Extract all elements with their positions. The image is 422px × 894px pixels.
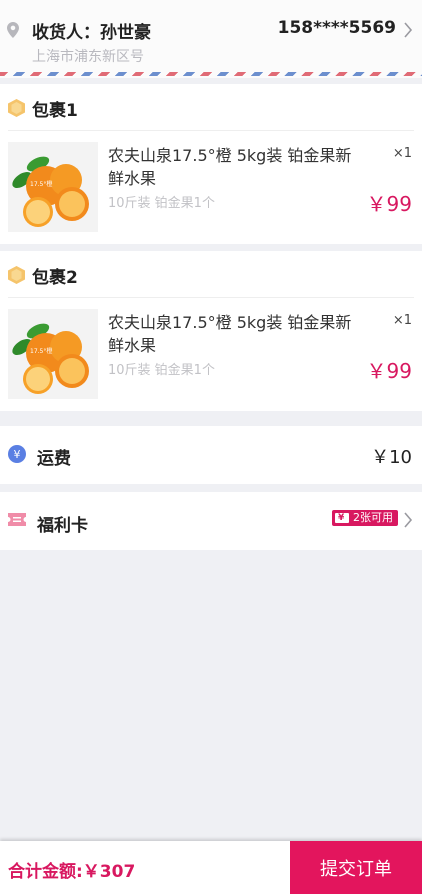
product-quantity: ×1 (392, 313, 412, 328)
product-name[interactable]: 农夫山泉17.5°橙 5kg装 铂金果新鲜水果 (108, 144, 358, 190)
chevron-right-icon (404, 512, 413, 528)
product-image[interactable]: 17.5°橙 (8, 142, 98, 232)
welfare-card-label: 福利卡 (37, 516, 88, 536)
coupon-available-text: 2张可用 (353, 511, 393, 524)
product-spec: 10斤装 铂金果1个 (108, 363, 215, 378)
ticket-icon (8, 513, 26, 526)
airmail-stripe (0, 72, 422, 76)
package-header: 包裹2 (0, 251, 422, 297)
coupon-available-badge: 2张可用 (332, 510, 398, 526)
shipping-fee-label: 运费 (37, 449, 71, 469)
product-image[interactable]: 17.5°橙 (8, 309, 98, 399)
submit-order-button[interactable]: 提交订单 (290, 841, 422, 894)
product-image-label: 17.5°橙 (30, 180, 52, 188)
product-name[interactable]: 农夫山泉17.5°橙 5kg装 铂金果新鲜水果 (108, 311, 358, 357)
product-quantity: ×1 (392, 146, 412, 161)
product-price: ￥99 (366, 359, 412, 383)
svg-text:¥: ¥ (14, 448, 21, 461)
receiver-address: 上海市浦东新区号 (32, 49, 144, 65)
coupon-icon (335, 510, 349, 526)
shipping-fee-value: ￥10 (371, 447, 412, 468)
divider (8, 130, 414, 131)
package-card: 包裹2 17.5°橙 农夫山泉17.5°橙 5kg装 铂金果新鲜水果 ×1 10… (0, 251, 422, 411)
checkout-bar: 合计金额:￥307 提交订单 (0, 841, 422, 894)
package-title: 包裹2 (32, 268, 78, 288)
chevron-right-icon (404, 22, 413, 38)
order-total: 合计金额:￥307 (8, 862, 136, 882)
product-image-label: 17.5°橙 (30, 347, 52, 355)
product-price: ￥99 (366, 192, 412, 216)
shipping-address[interactable]: 收货人：孙世豪 158****5569 上海市浦东新区号 (0, 0, 422, 78)
divider (8, 297, 414, 298)
shipping-fee-row: ¥ 运费 ￥10 (0, 426, 422, 484)
product-spec: 10斤装 铂金果1个 (108, 196, 215, 211)
package-card: 包裹1 17.5°橙 农夫山泉17.5°橙 5kg装 铂金果新鲜水果 ×1 10… (0, 84, 422, 244)
yen-coin-icon: ¥ (8, 445, 26, 463)
package-title: 包裹1 (32, 101, 78, 121)
receiver-phone: 158****5569 (277, 18, 396, 38)
location-pin-icon (7, 22, 19, 38)
receiver-name: 收货人：孙世豪 (32, 23, 151, 43)
package-icon (8, 266, 25, 284)
welfare-card-row[interactable]: 福利卡 2张可用 (0, 492, 422, 550)
package-header: 包裹1 (0, 84, 422, 130)
package-icon (8, 99, 25, 117)
